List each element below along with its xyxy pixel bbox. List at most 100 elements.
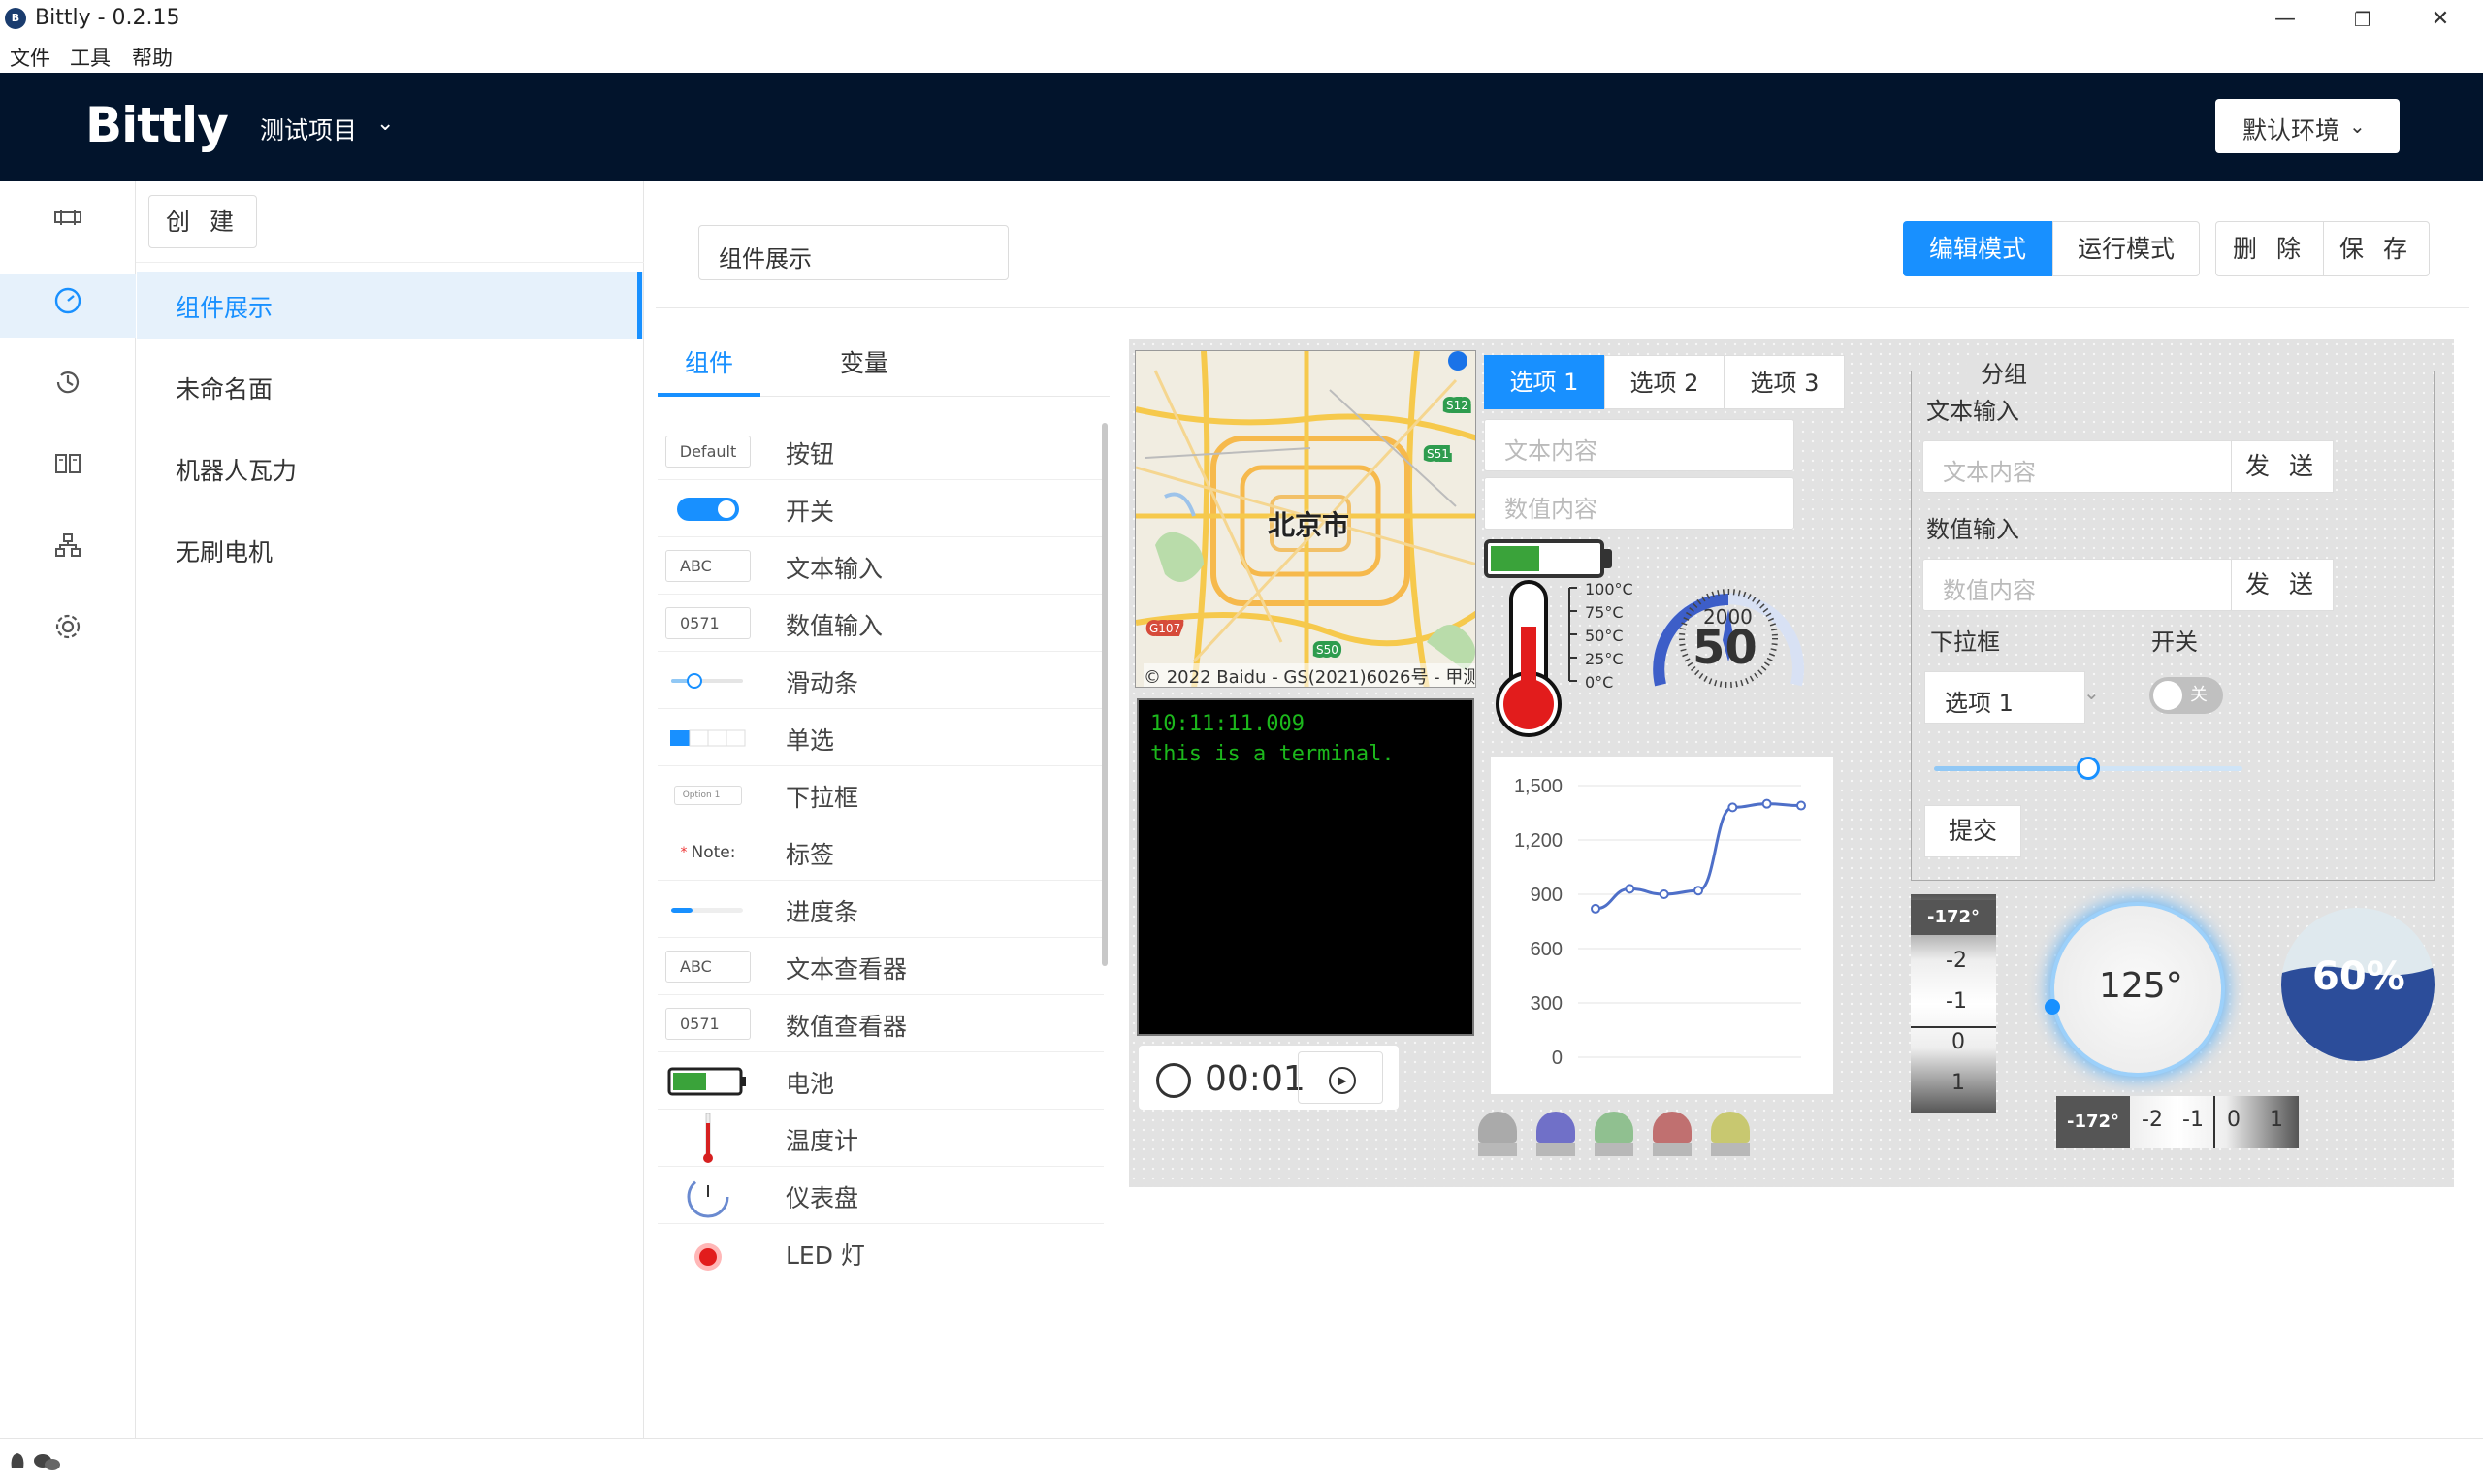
horizontal-ruler-widget[interactable]: -172° -2 -1 0 1 [2056, 1096, 2299, 1148]
send-text-button[interactable]: 发 送 [2231, 440, 2334, 493]
chevron-down-icon[interactable]: ⌄ [2349, 114, 2366, 138]
group-title: 分组 [1967, 355, 2041, 389]
page-name-input[interactable]: 组件展示 [698, 225, 1009, 280]
group-number-input[interactable]: 数值内容 [1922, 559, 2233, 611]
component-item-label[interactable]: * Note: 标签 [658, 823, 1104, 881]
map-copyright: © 2022 Baidu - GS(2021)6026号 - 甲测 [1144, 663, 1475, 687]
project-selector[interactable]: 测试项目 [260, 112, 357, 146]
component-label: 仪表盘 [786, 1184, 859, 1212]
label-preview: * Note: [680, 842, 736, 862]
component-item-progress[interactable]: 进度条 [658, 881, 1104, 938]
tab-option-3[interactable]: 选项 3 [1725, 355, 1845, 409]
scale-label: 100°C [1585, 580, 1633, 598]
component-label: 文本查看器 [786, 955, 908, 984]
text-input-widget[interactable]: 文本内容 [1484, 419, 1794, 471]
component-list-scrollbar[interactable] [1102, 423, 1108, 966]
tab-variables[interactable]: 变量 [840, 344, 888, 379]
led-dome [1536, 1112, 1575, 1143]
gear-icon[interactable] [48, 611, 87, 650]
switch-knob[interactable] [2153, 681, 2182, 710]
battery-cap [1604, 549, 1612, 568]
chevron-down-icon[interactable]: ⌄ [376, 112, 394, 136]
component-item-text-input[interactable]: ABC 文本输入 [658, 537, 1104, 595]
tab-option-1[interactable]: 选项 1 [1484, 355, 1604, 409]
preview-text: 0571 [665, 1008, 751, 1040]
group-text-input[interactable]: 文本内容 [1922, 440, 2233, 493]
menu-file[interactable]: 文件 [10, 43, 50, 72]
delete-button[interactable]: 删 除 [2215, 221, 2324, 276]
environment-select[interactable]: 默认环境 [2215, 99, 2400, 153]
ruler-zero-line [2213, 1096, 2215, 1148]
hierarchy-icon[interactable] [48, 530, 87, 568]
chat-icons[interactable] [8, 1449, 62, 1472]
menu-tools[interactable]: 工具 [70, 43, 111, 72]
group-slider-handle[interactable] [2077, 757, 2100, 780]
chevron-down-icon[interactable]: ⌄ [2083, 681, 2100, 704]
number-input-preview: 0571 [665, 602, 751, 644]
scale-label: 25°C [1585, 650, 1624, 668]
create-page-button[interactable]: 创 建 [148, 195, 257, 248]
minimize-button[interactable]: — [2246, 0, 2324, 39]
terminal-widget[interactable]: 10:11:11.009 this is a terminal. [1137, 698, 1474, 1036]
ruler-tick: 0 [2227, 1108, 2241, 1132]
y-tick-label: 900 [1531, 885, 1563, 906]
component-item-battery[interactable]: 电池 [658, 1052, 1104, 1110]
restore-button[interactable]: ❐ [2324, 0, 2402, 39]
component-label: 温度计 [786, 1127, 859, 1155]
tab-option-2[interactable]: 选项 2 [1604, 355, 1725, 409]
scale-label: 75°C [1585, 603, 1624, 622]
component-item-switch[interactable]: 开关 [658, 480, 1104, 537]
component-item-radio[interactable]: 单选 [658, 709, 1104, 766]
divider [656, 307, 2469, 308]
led-base [1653, 1143, 1692, 1156]
vertical-ruler-widget[interactable]: -172° -2 -1 0 1 [1911, 894, 1996, 1113]
component-item-text-viewer[interactable]: ABC 文本查看器 [658, 938, 1104, 995]
svg-text:S50: S50 [1316, 643, 1338, 657]
play-icon[interactable]: ▶ [1329, 1067, 1356, 1094]
led-light [1536, 1112, 1575, 1158]
chart-point [1796, 800, 1806, 811]
tab-components[interactable]: 组件 [685, 344, 733, 379]
component-item-led[interactable]: LED 灯 [658, 1224, 1104, 1273]
number-input-widget[interactable]: 数值内容 [1484, 477, 1794, 530]
y-tick-label: 0 [1552, 1048, 1563, 1069]
save-button[interactable]: 保 存 [2323, 221, 2430, 276]
component-label: 按钮 [786, 440, 835, 468]
led-dome [1653, 1112, 1692, 1143]
component-item-button[interactable]: Default 按钮 [658, 423, 1104, 480]
ruler-current-value: -172° [1911, 900, 1996, 935]
page-item[interactable]: 未命名面 [137, 353, 643, 421]
menu-help[interactable]: 帮助 [132, 43, 173, 72]
svg-text:S12: S12 [1446, 399, 1468, 412]
ruler-zero-line [1911, 1026, 1996, 1028]
component-label: 单选 [786, 726, 835, 755]
component-item-gauge[interactable]: 仪表盘 [658, 1167, 1104, 1224]
component-item-select[interactable]: Option 1 下拉框 [658, 766, 1104, 823]
close-button[interactable]: ✕ [2402, 0, 2479, 39]
book-icon[interactable] [48, 448, 87, 487]
led-icon [665, 1232, 751, 1273]
group-select[interactable]: 选项 1 [1924, 671, 2085, 724]
history-icon[interactable] [48, 367, 87, 405]
map-widget[interactable]: S12 S51 G107 S50 北京市 © 2022 Baidu - GS(2… [1135, 350, 1476, 688]
submit-button[interactable]: 提交 [1924, 805, 2021, 857]
page-item-active[interactable]: 组件展示 [137, 272, 643, 339]
led-base [1536, 1143, 1575, 1156]
knob-handle[interactable] [2045, 999, 2060, 1015]
line-chart-widget: 1,500 1,200 900 600 300 0 [1491, 757, 1833, 1094]
dashboard-icon[interactable] [48, 285, 87, 324]
component-item-number-input[interactable]: 0571 数值输入 [658, 595, 1104, 652]
ruler-tick: -2 [2142, 1108, 2163, 1132]
component-item-slider[interactable]: 滑动条 [658, 652, 1104, 709]
battery-icon [665, 1060, 751, 1102]
send-number-button[interactable]: 发 送 [2231, 559, 2334, 611]
component-item-number-viewer[interactable]: 0571 数值查看器 [658, 995, 1104, 1052]
component-item-thermometer[interactable]: 温度计 [658, 1110, 1104, 1167]
run-mode-button[interactable]: 运行模式 [2052, 221, 2200, 276]
interface-icon[interactable] [48, 202, 87, 241]
edit-mode-button[interactable]: 编辑模式 [1903, 221, 2052, 276]
page-item[interactable]: 无刷电机 [137, 516, 643, 584]
timer-value: 00:01 [1205, 1059, 1306, 1099]
page-item[interactable]: 机器人瓦力 [137, 435, 643, 502]
progress-preview [665, 888, 751, 930]
